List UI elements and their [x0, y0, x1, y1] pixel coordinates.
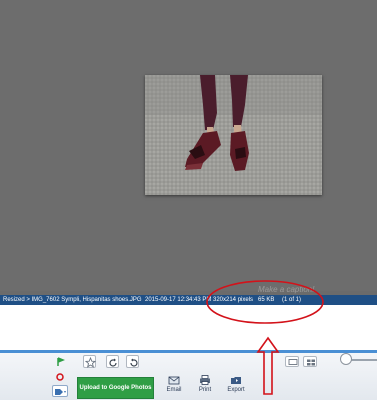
- rotate-right-icon: [130, 358, 138, 367]
- grid-view-button[interactable]: [303, 356, 317, 367]
- export-button[interactable]: Export: [224, 375, 248, 393]
- file-index: (1 of 1): [282, 297, 302, 303]
- star-button[interactable]: [83, 355, 96, 368]
- grid-view-icon: [307, 359, 315, 366]
- file-date: 2015-09-17 12:34:43 PM: [145, 297, 212, 303]
- print-label: Print: [198, 387, 212, 393]
- zoom-slider-thumb[interactable]: [340, 353, 352, 365]
- rotate-left-icon: [109, 358, 117, 367]
- shoes-photo-image: [145, 75, 322, 195]
- file-dimensions: 320x214 pixels: [213, 297, 254, 303]
- file-info-bar: Resized > IMG_7602 Sympli, Hispanitas sh…: [0, 295, 377, 305]
- red-eye-button[interactable]: [54, 371, 66, 383]
- tag-icon: [55, 389, 66, 395]
- export-icon: [231, 377, 241, 384]
- upload-button-label: Upload to Google Photos: [79, 385, 152, 391]
- green-flag-button[interactable]: [54, 356, 66, 368]
- single-view-icon: [288, 359, 298, 365]
- export-label: Export: [227, 387, 245, 393]
- photo[interactable]: [145, 75, 322, 195]
- green-flag-icon: [57, 357, 65, 366]
- email-icon: [168, 376, 180, 385]
- print-button[interactable]: Print: [193, 375, 217, 393]
- file-size: 65 KB: [258, 297, 275, 303]
- email-label: Email: [166, 387, 182, 393]
- bottom-toolbar: Upload to Google Photos Email Print Expo…: [0, 353, 377, 400]
- red-eye-icon: [56, 373, 64, 381]
- upload-to-google-photos-button[interactable]: Upload to Google Photos: [77, 377, 154, 399]
- star-icon: [85, 357, 96, 368]
- zoom-slider-track[interactable]: [350, 359, 377, 361]
- print-icon: [200, 375, 210, 385]
- file-path: Resized > IMG_7602 Sympli, Hispanitas sh…: [3, 297, 142, 303]
- rotate-right-button[interactable]: [126, 355, 139, 368]
- photo-viewer: [0, 0, 377, 291]
- caption-placeholder[interactable]: Make a caption!: [258, 285, 314, 294]
- email-button[interactable]: Email: [162, 375, 186, 393]
- tag-button[interactable]: [52, 385, 68, 397]
- rotate-left-button[interactable]: [106, 355, 119, 368]
- single-view-button[interactable]: [285, 356, 299, 367]
- photo-tray: [0, 305, 377, 350]
